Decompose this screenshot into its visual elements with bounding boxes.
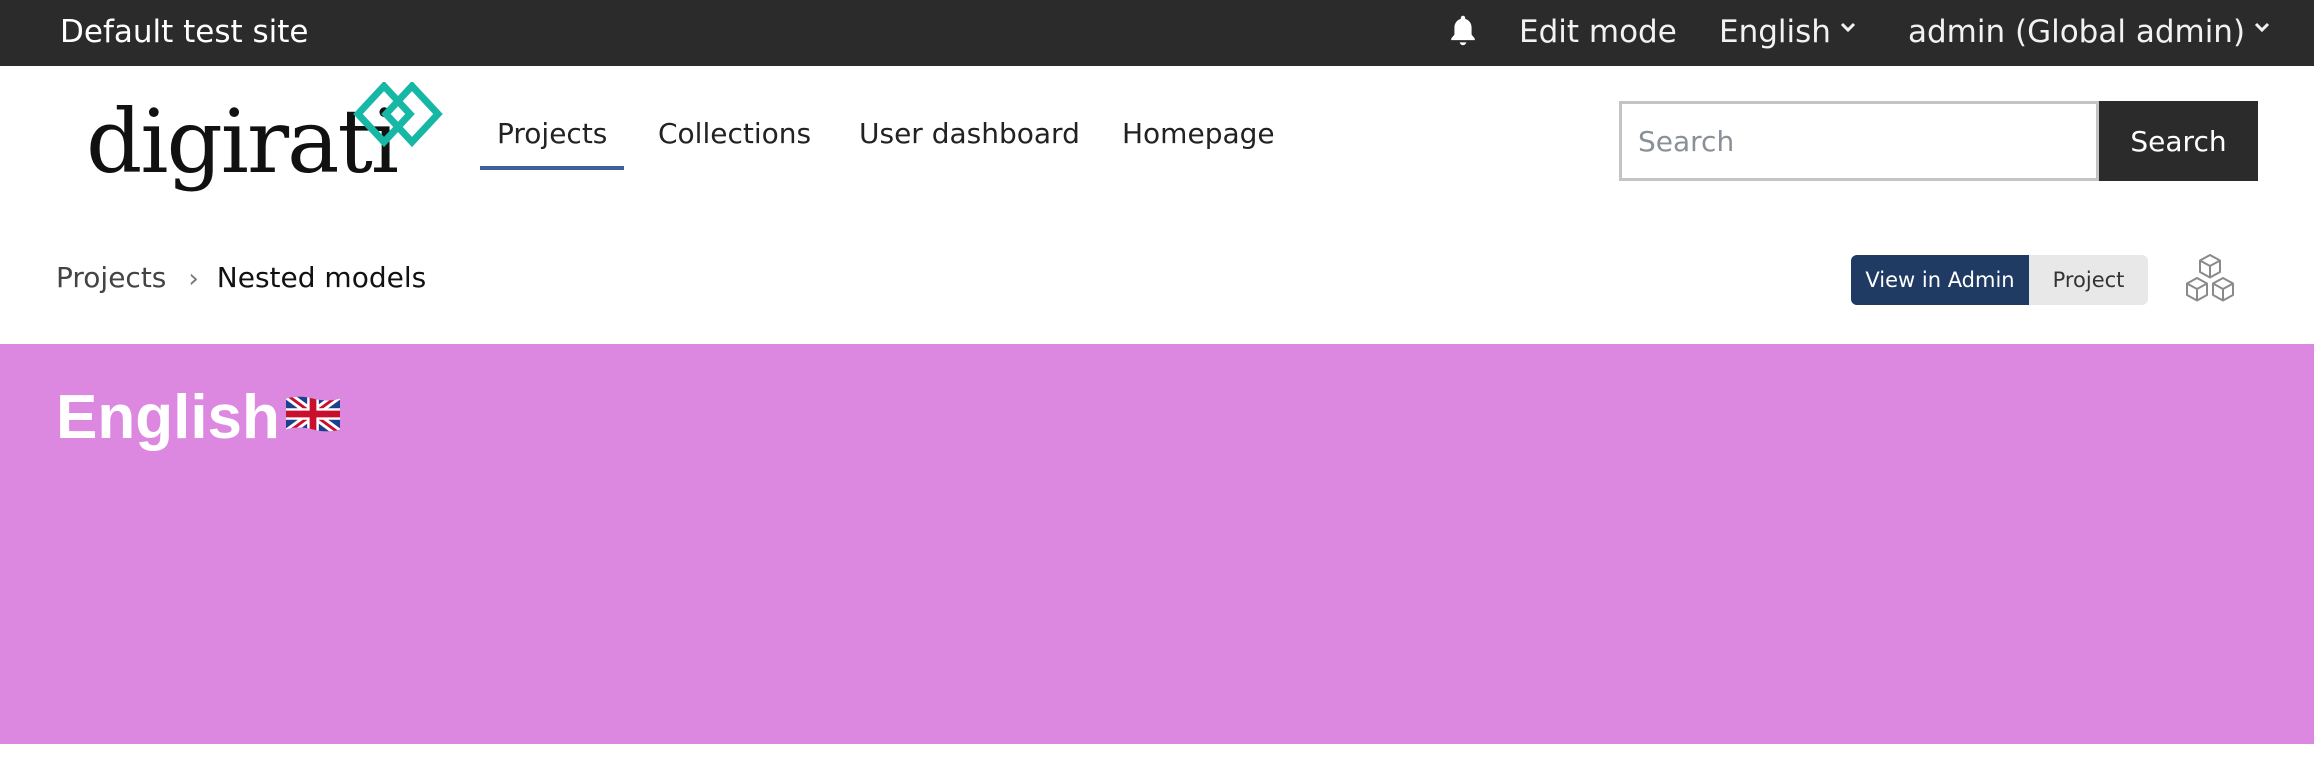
uk-flag-icon [285, 396, 341, 432]
breadcrumb: Projects › Nested models [56, 258, 426, 299]
cubes-icon[interactable] [2182, 253, 2238, 305]
chevron-down-icon [2255, 22, 2270, 33]
nav-link-projects[interactable]: Projects [479, 114, 625, 170]
breadcrumb-projects[interactable]: Projects [56, 261, 166, 294]
user-menu-dropdown[interactable]: admin (Global admin) [1908, 12, 2271, 52]
project-button[interactable]: Project [2029, 255, 2148, 305]
main-navigation: digirati Projects Collections User dashb… [0, 66, 2314, 226]
bell-icon[interactable] [1446, 13, 1480, 49]
project-banner: English [0, 344, 2314, 744]
language-dropdown[interactable]: English [1719, 12, 1857, 52]
search-button[interactable]: Search [2099, 101, 2258, 181]
nav-link-homepage[interactable]: Homepage [1122, 114, 1275, 154]
breadcrumb-current: Nested models [216, 261, 427, 294]
banner-title: English [56, 383, 280, 452]
site-logo[interactable]: digirati [86, 82, 456, 192]
admin-top-bar: Default test site Edit mode English admi… [0, 0, 2314, 66]
nav-link-user-dashboard[interactable]: User dashboard [859, 114, 1080, 154]
logo-diamonds-icon [353, 82, 443, 148]
view-in-admin-button[interactable]: View in Admin [1851, 255, 2029, 305]
site-name[interactable]: Default test site [60, 12, 309, 52]
edit-mode-toggle[interactable]: Edit mode [1519, 12, 1677, 52]
language-label: English [1719, 14, 1831, 50]
nav-link-collections[interactable]: Collections [658, 114, 811, 154]
user-menu-label: admin (Global admin) [1908, 14, 2246, 50]
breadcrumb-chevron-right-icon: › [188, 264, 199, 294]
search-input[interactable] [1619, 101, 2099, 181]
chevron-down-icon [1840, 22, 1855, 33]
